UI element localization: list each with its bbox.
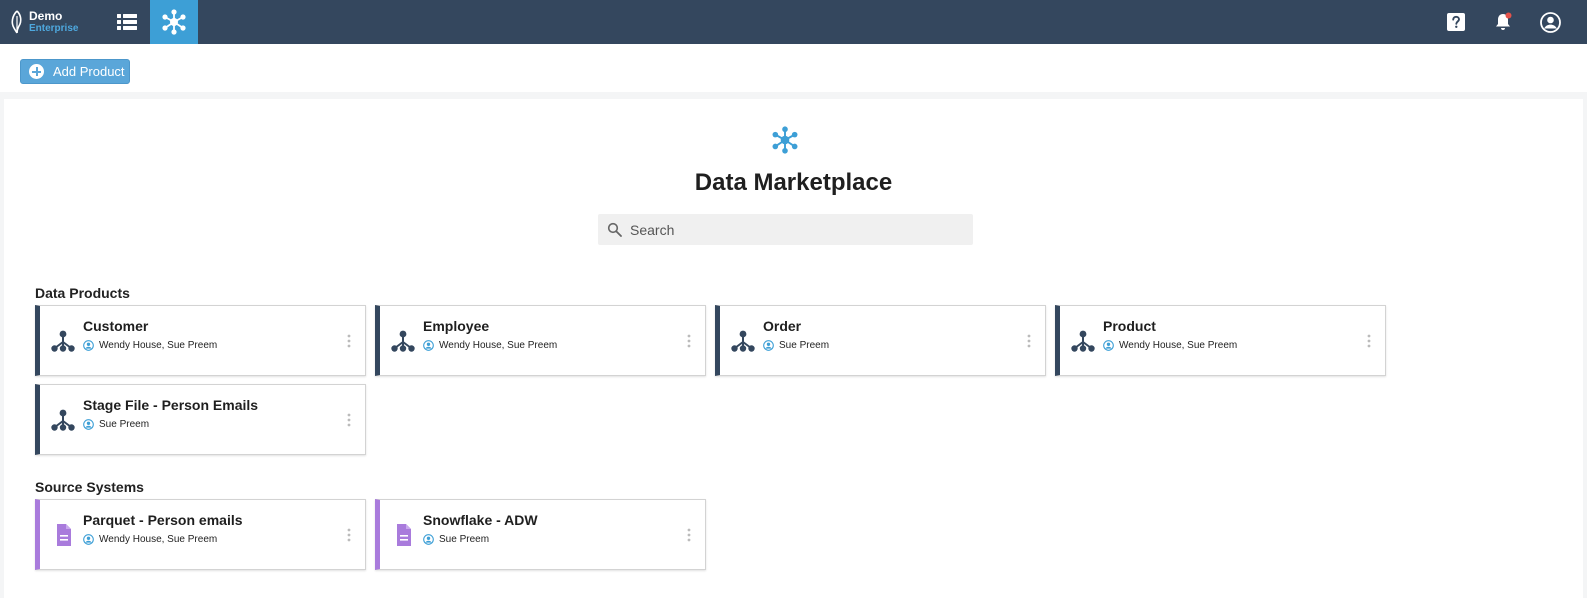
account-button[interactable] [1530, 0, 1570, 44]
card-owners: Wendy House, Sue Preem [1103, 339, 1237, 351]
card-title: Parquet - Person emails [83, 512, 243, 528]
data-product-card[interactable]: Stage File - Person Emails Sue Preem [35, 384, 366, 455]
network-hub-icon [772, 126, 798, 154]
owner-names: Wendy House, Sue Preem [439, 339, 558, 351]
owner-names: Sue Preem [439, 533, 490, 545]
card-owners: Wendy House, Sue Preem [83, 533, 217, 545]
add-product-label: Add Product [53, 64, 125, 79]
data-product-card[interactable]: Customer Wendy House, Sue Preem [35, 305, 366, 376]
hierarchy-icon [1071, 330, 1095, 352]
add-product-button[interactable]: Add Product [20, 59, 130, 84]
owner-names: Wendy House, Sue Preem [1119, 339, 1238, 351]
nav-marketplace-button[interactable] [150, 0, 198, 44]
person-circle-icon [763, 339, 774, 351]
hierarchy-icon [51, 409, 75, 431]
more-vertical-icon [347, 334, 351, 348]
card-owners: Wendy House, Sue Preem [423, 339, 557, 351]
document-icon [57, 524, 71, 546]
document-icon [397, 524, 411, 546]
person-circle-icon [83, 533, 94, 545]
more-vertical-icon [687, 528, 691, 542]
card-menu-button[interactable] [683, 331, 695, 351]
data-product-card[interactable]: Order Sue Preem [715, 305, 1046, 376]
card-menu-button[interactable] [1023, 331, 1035, 351]
brand[interactable]: Demo Enterprise [6, 7, 96, 37]
bell-icon [1496, 12, 1512, 30]
brand-name: Demo [29, 9, 63, 23]
card-title: Snowflake - ADW [423, 512, 538, 528]
more-vertical-icon [347, 528, 351, 542]
search-icon [607, 222, 622, 237]
nav-list-button[interactable] [103, 0, 151, 44]
card-title: Stage File - Person Emails [83, 397, 259, 413]
help-icon [1447, 13, 1465, 31]
card-title: Product [1103, 318, 1156, 334]
list-icon [117, 14, 137, 30]
data-product-card[interactable]: Employee Wendy House, Sue Preem [375, 305, 706, 376]
owner-names: Sue Preem [779, 339, 830, 351]
card-owners: Sue Preem [83, 418, 149, 430]
toolbar: Add Product [0, 44, 1587, 92]
marketplace-panel: Data Marketplace Data Products Customer … [4, 99, 1583, 598]
card-title: Customer [83, 318, 149, 334]
add-circle-icon [29, 64, 44, 79]
data-product-card[interactable]: Product Wendy House, Sue Preem [1055, 305, 1386, 376]
card-owners: Sue Preem [763, 339, 829, 351]
more-vertical-icon [1027, 334, 1031, 348]
account-circle-icon [1539, 11, 1561, 33]
hierarchy-icon [731, 330, 755, 352]
card-title: Order [763, 318, 802, 334]
brand-edition: Enterprise [29, 23, 79, 34]
help-button[interactable] [1436, 0, 1476, 44]
search-input[interactable] [630, 214, 965, 245]
owner-names: Wendy House, Sue Preem [99, 339, 218, 351]
person-circle-icon [423, 339, 434, 351]
section-title-data-products: Data Products [35, 285, 130, 301]
hierarchy-icon [391, 330, 415, 352]
brand-logo-icon [11, 10, 22, 34]
section-title-source-systems: Source Systems [35, 479, 144, 495]
card-owners: Sue Preem [423, 533, 489, 545]
owner-names: Wendy House, Sue Preem [99, 533, 218, 545]
more-vertical-icon [687, 334, 691, 348]
top-navigation-bar: Demo Enterprise [0, 0, 1587, 44]
search-box [598, 214, 973, 245]
card-menu-button[interactable] [683, 525, 695, 545]
person-circle-icon [83, 418, 94, 430]
card-menu-button[interactable] [343, 525, 355, 545]
hierarchy-icon [51, 330, 75, 352]
person-circle-icon [1103, 339, 1114, 351]
owner-names: Sue Preem [99, 418, 150, 430]
person-circle-icon [423, 533, 434, 545]
card-menu-button[interactable] [343, 331, 355, 351]
more-vertical-icon [347, 413, 351, 427]
card-owners: Wendy House, Sue Preem [83, 339, 217, 351]
source-system-card[interactable]: Snowflake - ADW Sue Preem [375, 499, 706, 570]
card-title: Employee [423, 318, 490, 334]
network-hub-icon [162, 9, 186, 35]
page-title: Data Marketplace [694, 169, 893, 196]
card-menu-button[interactable] [1363, 331, 1375, 351]
person-circle-icon [83, 339, 94, 351]
source-system-card[interactable]: Parquet - Person emails Wendy House, Sue… [35, 499, 366, 570]
card-menu-button[interactable] [343, 410, 355, 430]
more-vertical-icon [1367, 334, 1371, 348]
notifications-button[interactable] [1483, 0, 1523, 44]
